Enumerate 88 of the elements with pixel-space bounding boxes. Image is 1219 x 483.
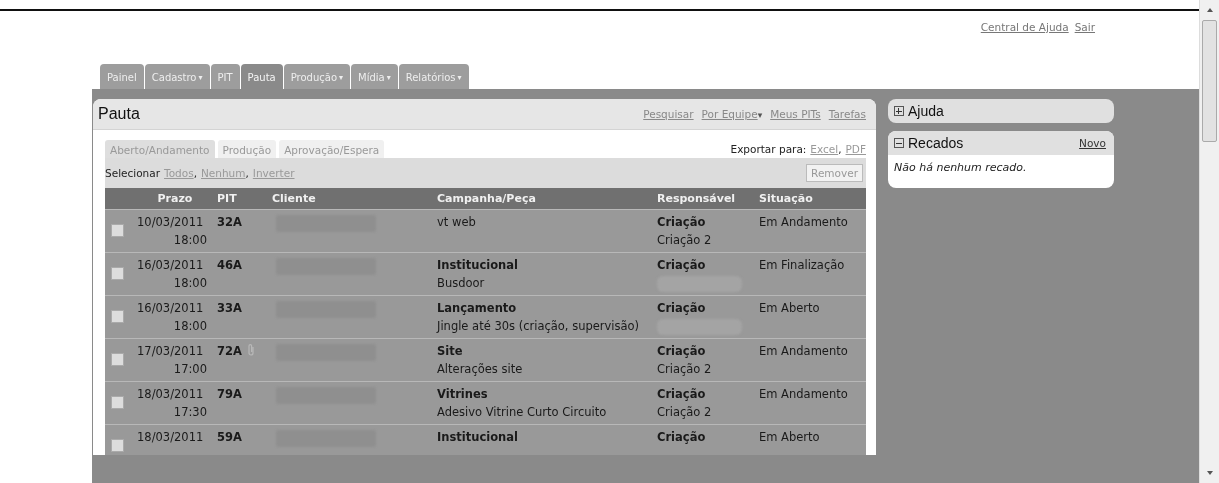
panel-link[interactable]: Tarefas xyxy=(828,108,866,120)
nav-tab[interactable]: Relatórios ▾ xyxy=(398,64,469,89)
column-header[interactable]: Prazo xyxy=(135,188,215,210)
nav-tab[interactable]: Cadastro ▾ xyxy=(144,64,210,89)
pit-number: 72A xyxy=(217,344,242,358)
row-checkbox[interactable] xyxy=(111,396,124,409)
team-name: Criação xyxy=(657,214,707,231)
due-date: 16/03/2011 xyxy=(137,300,205,317)
member-name: Criação 2 xyxy=(657,361,713,378)
scrollbar[interactable] xyxy=(1199,0,1219,483)
row-checkbox[interactable] xyxy=(111,439,124,452)
status-tab[interactable]: Aberto/Andamento xyxy=(105,140,215,158)
status-text: Em Aberto xyxy=(759,301,820,315)
status-tab[interactable]: Aprovação/Espera xyxy=(279,140,385,158)
campaign-name: Site xyxy=(437,343,464,360)
team-name: Criação xyxy=(657,386,707,403)
box-title: Ajuda xyxy=(908,103,945,119)
due-date: 18/03/2011 xyxy=(137,386,205,403)
header-link[interactable]: Central de Ajuda xyxy=(980,21,1069,35)
member-name: Criação 2 xyxy=(657,232,713,249)
new-link[interactable]: Novo xyxy=(1079,137,1106,149)
separator-comma: , xyxy=(245,167,249,179)
team-name: Criação xyxy=(657,429,707,446)
piece-name: vt web xyxy=(437,214,477,231)
separator-comma: , xyxy=(193,167,197,179)
column-header[interactable]: Cliente xyxy=(270,188,435,210)
campaign-name: Institucional xyxy=(437,429,519,446)
status-text: Em Aberto xyxy=(759,430,820,444)
due-time: 18:00 xyxy=(172,318,208,335)
panel-link[interactable]: Por Equipe▾ xyxy=(701,108,763,120)
nav-tab[interactable]: Mídia ▾ xyxy=(351,64,398,89)
due-time: 18:00 xyxy=(172,232,208,249)
column-header[interactable]: Responsável xyxy=(655,188,757,210)
column-header[interactable]: Situação xyxy=(757,188,866,210)
nav-tab[interactable]: PIT xyxy=(210,64,240,89)
remove-button[interactable]: Remover xyxy=(806,164,863,182)
select-link[interactable]: Inverter xyxy=(252,167,295,179)
status-text: Em Andamento xyxy=(759,387,848,401)
nav-tab[interactable]: Pauta xyxy=(240,64,283,89)
pit-number: 59A xyxy=(217,430,242,444)
header-link[interactable]: Sair xyxy=(1074,21,1095,35)
pit-number: 46A xyxy=(217,258,242,272)
campaign-name: Lançamento xyxy=(437,300,518,317)
select-link[interactable]: Nenhum xyxy=(201,167,246,179)
campaign-name: Vitrines xyxy=(437,386,489,403)
status-text: Em Finalização xyxy=(759,258,845,272)
toggle-icon[interactable] xyxy=(894,106,904,116)
row-checkbox[interactable] xyxy=(111,353,124,366)
panel-link[interactable]: Meus PITs xyxy=(770,108,821,120)
panel-title: Pauta xyxy=(98,105,140,123)
team-name: Criação xyxy=(657,343,707,360)
nav-tab[interactable]: Painel xyxy=(100,64,144,89)
row-checkbox[interactable] xyxy=(111,224,124,237)
due-date: 17/03/2011 xyxy=(137,343,205,360)
status-text: Em Andamento xyxy=(759,215,848,229)
status-text: Em Andamento xyxy=(759,344,848,358)
due-time: 18:00 xyxy=(172,275,208,292)
select-label: Selecionar xyxy=(105,167,161,179)
piece-name: Alterações site xyxy=(437,361,524,378)
select-link[interactable]: Todos xyxy=(164,167,194,179)
column-header[interactable]: PIT xyxy=(215,188,270,210)
empty-message: Não há nenhum recado. xyxy=(894,161,1027,174)
piece-name: Busdoor xyxy=(437,275,486,292)
export-link[interactable]: PDF xyxy=(845,143,866,155)
status-tab[interactable]: Produção xyxy=(217,140,277,158)
box-title: Recados xyxy=(908,135,965,151)
pit-number: 32A xyxy=(217,215,242,229)
campaign-name: Institucional xyxy=(437,257,519,274)
due-time: 17:30 xyxy=(172,404,208,421)
pit-number: 33A xyxy=(217,301,242,315)
piece-name: Jingle até 30s (criação, supervisão) xyxy=(437,318,641,335)
row-checkbox[interactable] xyxy=(111,310,124,323)
team-name: Criação xyxy=(657,300,707,317)
separator-comma: , xyxy=(838,143,842,155)
team-name: Criação xyxy=(657,257,707,274)
due-date: 10/03/2011 xyxy=(137,214,205,231)
toggle-icon[interactable] xyxy=(894,138,904,148)
column-header[interactable]: Campanha/Peça xyxy=(435,188,655,210)
pit-number: 79A xyxy=(217,387,242,401)
due-time: 17:00 xyxy=(172,361,208,378)
nav-tab[interactable]: Produção ▾ xyxy=(283,64,351,89)
due-date: 16/03/2011 xyxy=(137,257,205,274)
piece-name: Adesivo Vitrine Curto Circuito xyxy=(437,404,608,421)
due-date: 18/03/2011 xyxy=(137,429,205,446)
panel-link[interactable]: Pesquisar xyxy=(643,108,694,120)
export-label: Exportar para: xyxy=(730,143,807,155)
row-checkbox[interactable] xyxy=(111,267,124,280)
member-name: Criação 2 xyxy=(657,404,713,421)
